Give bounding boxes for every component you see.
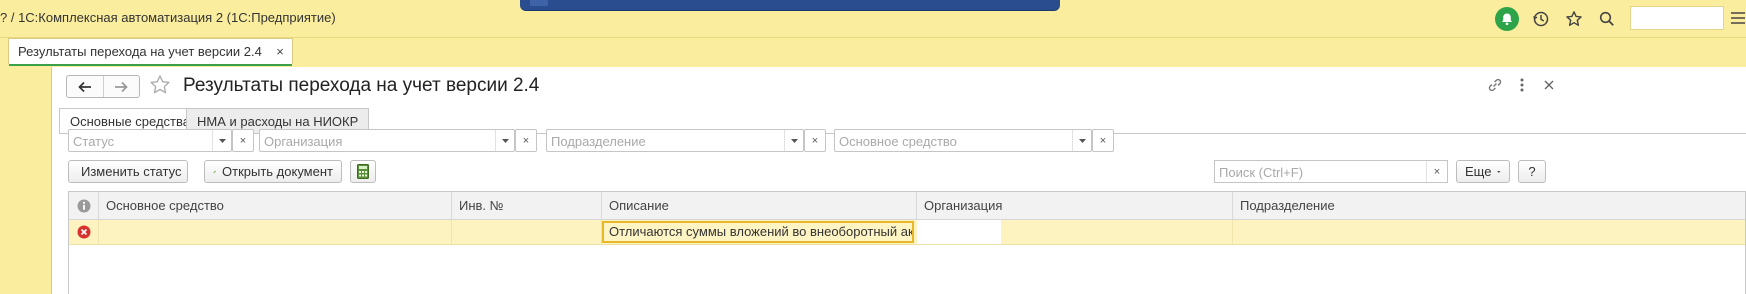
table-row[interactable]: Отличаются суммы вложений во внеоборотны… bbox=[69, 220, 1745, 245]
vertical-dots-icon bbox=[1520, 78, 1524, 92]
fixed-asset-filter-placeholder: Основное средство bbox=[839, 134, 957, 149]
department-filter-clear-button[interactable]: × bbox=[804, 129, 826, 152]
open-document-button[interactable]: Открыть документ bbox=[204, 160, 342, 183]
forward-button[interactable] bbox=[102, 76, 140, 97]
dropdown-arrow-icon bbox=[1497, 170, 1501, 173]
dropdown-arrow-icon[interactable] bbox=[784, 130, 803, 151]
error-icon bbox=[77, 225, 90, 239]
organization-filter-placeholder: Организация bbox=[264, 134, 343, 149]
history-icon bbox=[1532, 11, 1549, 27]
favorites-button[interactable] bbox=[1561, 6, 1587, 32]
row-status-cell bbox=[69, 220, 99, 244]
search-input[interactable]: Поиск (Ctrl+F) × bbox=[1214, 160, 1448, 183]
cell-asset[interactable] bbox=[99, 220, 452, 244]
cell-inv-no[interactable] bbox=[452, 220, 602, 244]
window-center-strip bbox=[520, 0, 1060, 11]
form-title: Результаты перехода на учет версии 2.4 bbox=[183, 75, 540, 96]
fixed-asset-filter[interactable]: Основное средство bbox=[834, 129, 1092, 152]
column-header-department[interactable]: Подразделение bbox=[1233, 192, 1745, 219]
dropdown-arrow-icon[interactable] bbox=[1072, 130, 1091, 151]
link-icon bbox=[1488, 78, 1502, 92]
tab-label: Результаты перехода на учет версии 2.4 bbox=[18, 44, 262, 59]
pencil-icon bbox=[213, 170, 216, 173]
copy-link-button[interactable] bbox=[1484, 74, 1506, 96]
results-table: Основное средство Инв. № Описание Органи… bbox=[68, 191, 1746, 294]
help-button[interactable]: ? bbox=[1518, 160, 1546, 183]
column-header-inv-no[interactable]: Инв. № bbox=[452, 192, 602, 219]
cell-organization[interactable] bbox=[917, 220, 1001, 244]
search-placeholder: Поиск (Ctrl+F) bbox=[1219, 165, 1304, 180]
department-filter[interactable]: Подразделение bbox=[546, 129, 804, 152]
star-icon bbox=[1566, 11, 1582, 26]
global-search-button[interactable] bbox=[1594, 6, 1620, 32]
notifications-button[interactable] bbox=[1494, 6, 1520, 32]
search-clear-button[interactable]: × bbox=[1426, 161, 1447, 182]
main-menu-button[interactable] bbox=[1730, 10, 1746, 26]
status-filter-placeholder: Статус bbox=[73, 134, 115, 149]
open-windows-bar: Результаты перехода на учет версии 2.4 × bbox=[0, 38, 1746, 66]
back-button[interactable] bbox=[67, 76, 103, 97]
calculator-icon bbox=[357, 164, 369, 179]
more-label: Еще bbox=[1465, 164, 1492, 179]
status-filter-clear-button[interactable]: × bbox=[232, 129, 254, 152]
global-search-input[interactable] bbox=[1630, 6, 1724, 30]
cell-organization-rest bbox=[1001, 220, 1233, 244]
cell-description-container: Отличаются суммы вложений во внеоборотны… bbox=[602, 220, 917, 244]
dropdown-arrow-icon[interactable] bbox=[212, 130, 231, 151]
more-actions-button[interactable] bbox=[1511, 74, 1533, 96]
form-window: Результаты перехода на учет версии 2.4 О… bbox=[51, 67, 1746, 294]
table-header: Основное средство Инв. № Описание Органи… bbox=[69, 192, 1745, 220]
department-filter-placeholder: Подразделение bbox=[551, 134, 646, 149]
organization-filter-clear-button[interactable]: × bbox=[515, 129, 537, 152]
tab-close-icon[interactable]: × bbox=[276, 39, 284, 65]
navigation-buttons bbox=[66, 75, 140, 98]
change-status-button[interactable]: Изменить статус bbox=[68, 160, 188, 183]
search-icon bbox=[1599, 11, 1614, 26]
menu-icon bbox=[1731, 12, 1745, 24]
close-icon bbox=[1544, 80, 1554, 90]
fixed-asset-filter-clear-button[interactable]: × bbox=[1092, 129, 1114, 152]
column-header-organization[interactable]: Организация bbox=[917, 192, 1233, 219]
add-to-favorites-button[interactable] bbox=[149, 74, 171, 99]
history-button[interactable] bbox=[1528, 6, 1554, 32]
arrow-left-icon bbox=[78, 81, 91, 92]
organization-filter[interactable]: Организация bbox=[259, 129, 515, 152]
dropdown-arrow-icon[interactable] bbox=[495, 130, 514, 151]
close-form-button[interactable] bbox=[1538, 74, 1560, 96]
cell-department[interactable] bbox=[1233, 220, 1745, 244]
calculator-button[interactable] bbox=[350, 160, 376, 183]
info-icon bbox=[77, 199, 90, 212]
info-column-header[interactable] bbox=[69, 192, 99, 219]
star-outline-icon bbox=[150, 75, 170, 94]
arrow-right-icon bbox=[115, 81, 128, 92]
status-filter[interactable]: Статус bbox=[68, 129, 232, 152]
column-header-asset[interactable]: Основное средство bbox=[99, 192, 452, 219]
title-bar: ? / 1С:Комплексная автоматизация 2 (1С:П… bbox=[0, 0, 1746, 38]
tab-migration-results[interactable]: Результаты перехода на учет версии 2.4 × bbox=[8, 38, 293, 66]
app-title: ? / 1С:Комплексная автоматизация 2 (1С:П… bbox=[0, 10, 336, 25]
more-button[interactable]: Еще bbox=[1456, 160, 1510, 183]
active-tab-indicator bbox=[9, 64, 292, 66]
cell-description[interactable]: Отличаются суммы вложений во внеоборотны… bbox=[602, 221, 914, 243]
change-status-label: Изменить статус bbox=[81, 164, 182, 179]
bell-icon bbox=[1495, 7, 1519, 31]
column-header-description[interactable]: Описание bbox=[602, 192, 917, 219]
open-document-label: Открыть документ bbox=[222, 164, 333, 179]
